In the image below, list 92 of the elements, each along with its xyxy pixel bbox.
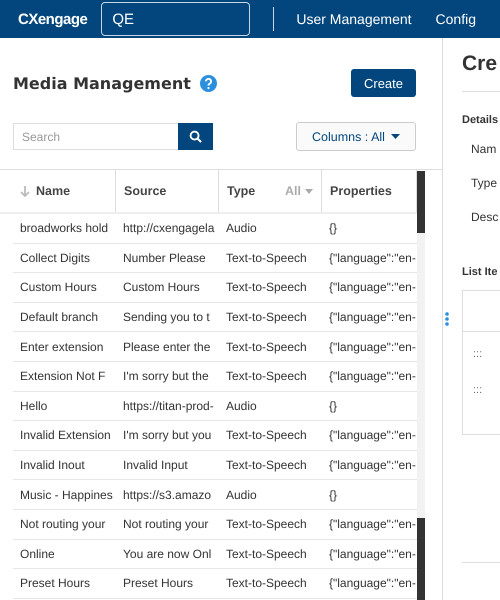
table-cell-text: Not routing your	[19, 516, 106, 534]
table-cell-text: Text-to-Speech	[225, 279, 308, 296]
table-cell-text: Online	[19, 546, 56, 563]
table-cell-text: I'm sorry but the	[122, 368, 210, 386]
search-icon	[189, 130, 202, 143]
table-row[interactable]: Default branch Sending you to t Text-to-Speech {"language":"en-	[13, 302, 417, 332]
table-cell-text: {"language":"en-	[328, 368, 417, 386]
scrollbar[interactable]	[417, 171, 425, 600]
resize-handle-icon[interactable]	[444, 312, 448, 326]
table-cell-text: Hello	[19, 398, 48, 415]
field-label: Type	[471, 176, 498, 192]
table-row[interactable]: Online You are now Onl Text-to-Speech {"language":"en-	[13, 540, 417, 570]
table-row[interactable]: Preset Hours Preset Hours Text-to-Speech {"language":"en-	[13, 569, 417, 599]
help-icon[interactable]	[200, 74, 217, 92]
table-cell-text: Preset Hours	[19, 575, 92, 592]
caret-icon	[305, 188, 313, 194]
table-cell-text: Custom Hours	[122, 279, 201, 296]
table-cell-text: Please enter the	[122, 338, 212, 356]
table-cell-text: Preset Hours	[122, 575, 194, 592]
table-cell-text: Sending you to t	[122, 309, 211, 326]
table-cell-text: broadworks hold	[19, 220, 110, 238]
table-cell-text: Invalid Input	[122, 457, 189, 474]
table-row[interactable]: Music - Happines https://s3.amazo Audio {}	[13, 480, 417, 510]
table-cell-text: {}	[328, 220, 338, 238]
table-cell-text: {"language":"en-	[328, 575, 417, 592]
table-cell-text: Invalid Extension	[19, 427, 112, 444]
logo: CXengage	[18, 10, 88, 28]
table-cell-text: Audio	[225, 220, 258, 238]
table-cell-text: {"language":"en-	[328, 546, 417, 563]
table-cell-text: You are now Onl	[122, 546, 212, 563]
table-row[interactable]: Invalid Extension I'm sorry but you Text-to-Speech {"language":"en-	[13, 421, 417, 451]
column-header[interactable]: Source	[116, 170, 219, 212]
table-cell-text: Invalid Inout	[19, 457, 86, 474]
table-cell-text: Text-to-Speech	[225, 309, 308, 326]
table-cell-text: Number Please	[122, 250, 207, 267]
table-cell-text: Text-to-Speech	[225, 368, 308, 386]
table-row[interactable]: Extension Not F I'm sorry but the Text-to-Speech {"language":"en-	[13, 362, 417, 392]
nav-link[interactable]: User Management	[296, 11, 412, 27]
section-heading: Details	[462, 114, 500, 126]
table-cell-text: Custom Hours	[19, 279, 98, 296]
field-label: Nam	[471, 142, 498, 158]
table-cell-text: {"language":"en-	[328, 279, 417, 296]
table-cell-text: http://cxengagela	[122, 220, 216, 238]
page-title: Media Management	[13, 74, 191, 92]
table-row[interactable]: Collect Digits Number Please Text-to-Speech {"language":"en-	[13, 244, 417, 274]
table-cell-text: Audio	[225, 486, 258, 504]
table-cell-text: https://s3.amazo	[122, 486, 212, 504]
table-cell-text: Text-to-Speech	[225, 575, 308, 592]
columns-dropdown[interactable]: Columns : All	[296, 122, 416, 151]
table-row[interactable]: Custom Hours Custom Hours Text-to-Speech {"language":"en-	[13, 273, 417, 303]
table-cell-text: Enter extension	[19, 338, 104, 356]
table-row[interactable]: Invalid Inout Invalid Input Text-to-Speech {"language":"en-	[13, 450, 417, 480]
table-cell-text: Text-to-Speech	[225, 338, 308, 356]
table-cell-text: Collect Digits	[19, 250, 92, 267]
create-button[interactable]: Create	[351, 69, 416, 97]
section-heading: List Ite	[462, 266, 498, 278]
search-button[interactable]	[178, 123, 213, 150]
field-label: Desc	[471, 210, 500, 226]
table-cell-text: Extension Not F	[19, 368, 106, 386]
table-cell-text: Text-to-Speech	[225, 457, 308, 474]
search-field[interactable]: Search	[13, 123, 178, 150]
table-cell-text: {}	[328, 486, 338, 504]
table-cell-text: Default branch	[19, 309, 100, 326]
nav-link[interactable]: Config	[436, 11, 476, 27]
table-cell-text: Text-to-Speech	[225, 546, 308, 563]
table-row[interactable]: broadworks hold http://cxengagela Audio {}	[13, 214, 417, 244]
table-row[interactable]: Enter extension Please enter the Text-to-Speech {"language":"en-	[13, 332, 417, 362]
table-cell-text: Music - Happines	[19, 486, 114, 504]
sort-arrow-icon	[20, 186, 30, 196]
table-cell-text: {"language":"en-	[328, 427, 417, 444]
column-header[interactable]: Name	[0, 170, 116, 212]
table-cell-text: {"language":"en-	[328, 309, 417, 326]
table-row[interactable]: Hello https://titan-prod- Audio {}	[13, 392, 417, 422]
table-cell-text: Text-to-Speech	[225, 427, 308, 444]
table-cell-text: {"language":"en-	[328, 457, 417, 474]
table-cell-text: {"language":"en-	[328, 250, 417, 267]
caret-icon	[390, 134, 400, 139]
table-cell-text: {"language":"en-	[328, 338, 417, 356]
table-cell-text: {}	[328, 398, 338, 415]
table-cell-text: Text-to-Speech	[225, 250, 308, 267]
table-cell-text: Text-to-Speech	[225, 516, 308, 534]
panel-title: Cre	[462, 52, 500, 92]
drag-handle[interactable]: :::	[473, 384, 500, 396]
table-cell-text: Audio	[225, 398, 258, 415]
table-row[interactable]: Not routing your Not routing your Text-to-Speech {"language":"en-	[13, 510, 417, 540]
table-cell-text: {"language":"en-	[328, 516, 417, 534]
column-header[interactable]: Type All	[219, 170, 322, 212]
table-cell-text: I'm sorry but you	[122, 427, 212, 444]
tenant-selector[interactable]: QE	[101, 2, 250, 36]
drag-handle[interactable]: :::	[473, 348, 500, 360]
table-cell-text: Not routing your	[122, 516, 210, 534]
table-cell-text: https://titan-prod-	[122, 398, 215, 415]
